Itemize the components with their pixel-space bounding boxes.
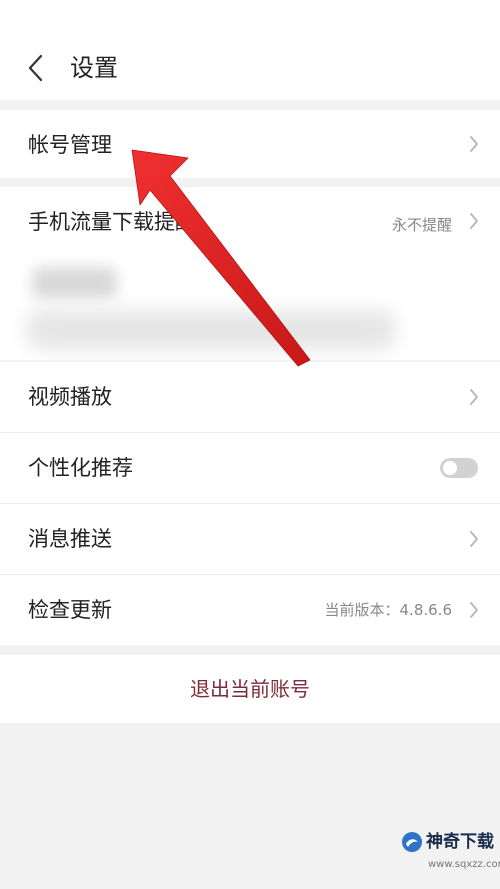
row-label-push: 消息推送 — [28, 527, 112, 551]
chevron-right-icon — [470, 213, 478, 229]
toggle-knob — [443, 461, 457, 475]
row-label-recommend: 个性化推荐 — [28, 456, 133, 480]
settings-row-video[interactable]: 视频播放 — [0, 362, 500, 432]
blurred-section — [0, 255, 500, 360]
blurred-content — [32, 267, 117, 299]
nav-header: 设置 — [0, 0, 500, 100]
logout-button[interactable]: 退出当前账号 — [0, 655, 500, 723]
row-label-account: 帐号管理 — [28, 133, 112, 157]
settings-row-data-download[interactable]: 手机流量下载提醒 永不提醒 — [0, 187, 500, 255]
settings-row-account[interactable]: 帐号管理 — [0, 110, 500, 178]
settings-row-push[interactable]: 消息推送 — [0, 504, 500, 574]
watermark-url: www.sqxzz.com — [428, 859, 500, 870]
row-label-update: 检查更新 — [28, 598, 112, 622]
watermark-title: 神奇下载 — [426, 832, 494, 852]
settings-row-update[interactable]: 检查更新 当前版本：4.8.6.6 — [0, 575, 500, 645]
chevron-right-icon — [470, 602, 478, 618]
chevron-right-icon — [470, 389, 478, 405]
settings-row-recommend: 个性化推荐 — [0, 433, 500, 503]
page-title: 设置 — [70, 54, 118, 82]
recommend-toggle[interactable] — [440, 458, 478, 478]
row-value-version: 当前版本：4.8.6.6 — [324, 601, 452, 619]
logout-label: 退出当前账号 — [190, 677, 310, 701]
blurred-content — [26, 310, 396, 350]
watermark: 神奇下载 www.sqxzz.com — [398, 820, 500, 889]
row-label-video: 视频播放 — [28, 385, 112, 409]
row-value-data-download: 永不提醒 — [391, 216, 452, 234]
row-label-data-download: 手机流量下载提醒 — [28, 210, 196, 234]
chevron-left-icon — [28, 54, 43, 82]
back-button[interactable] — [20, 48, 56, 88]
chevron-right-icon — [470, 136, 478, 152]
chevron-right-icon — [470, 531, 478, 547]
brand-logo-icon — [402, 832, 422, 852]
